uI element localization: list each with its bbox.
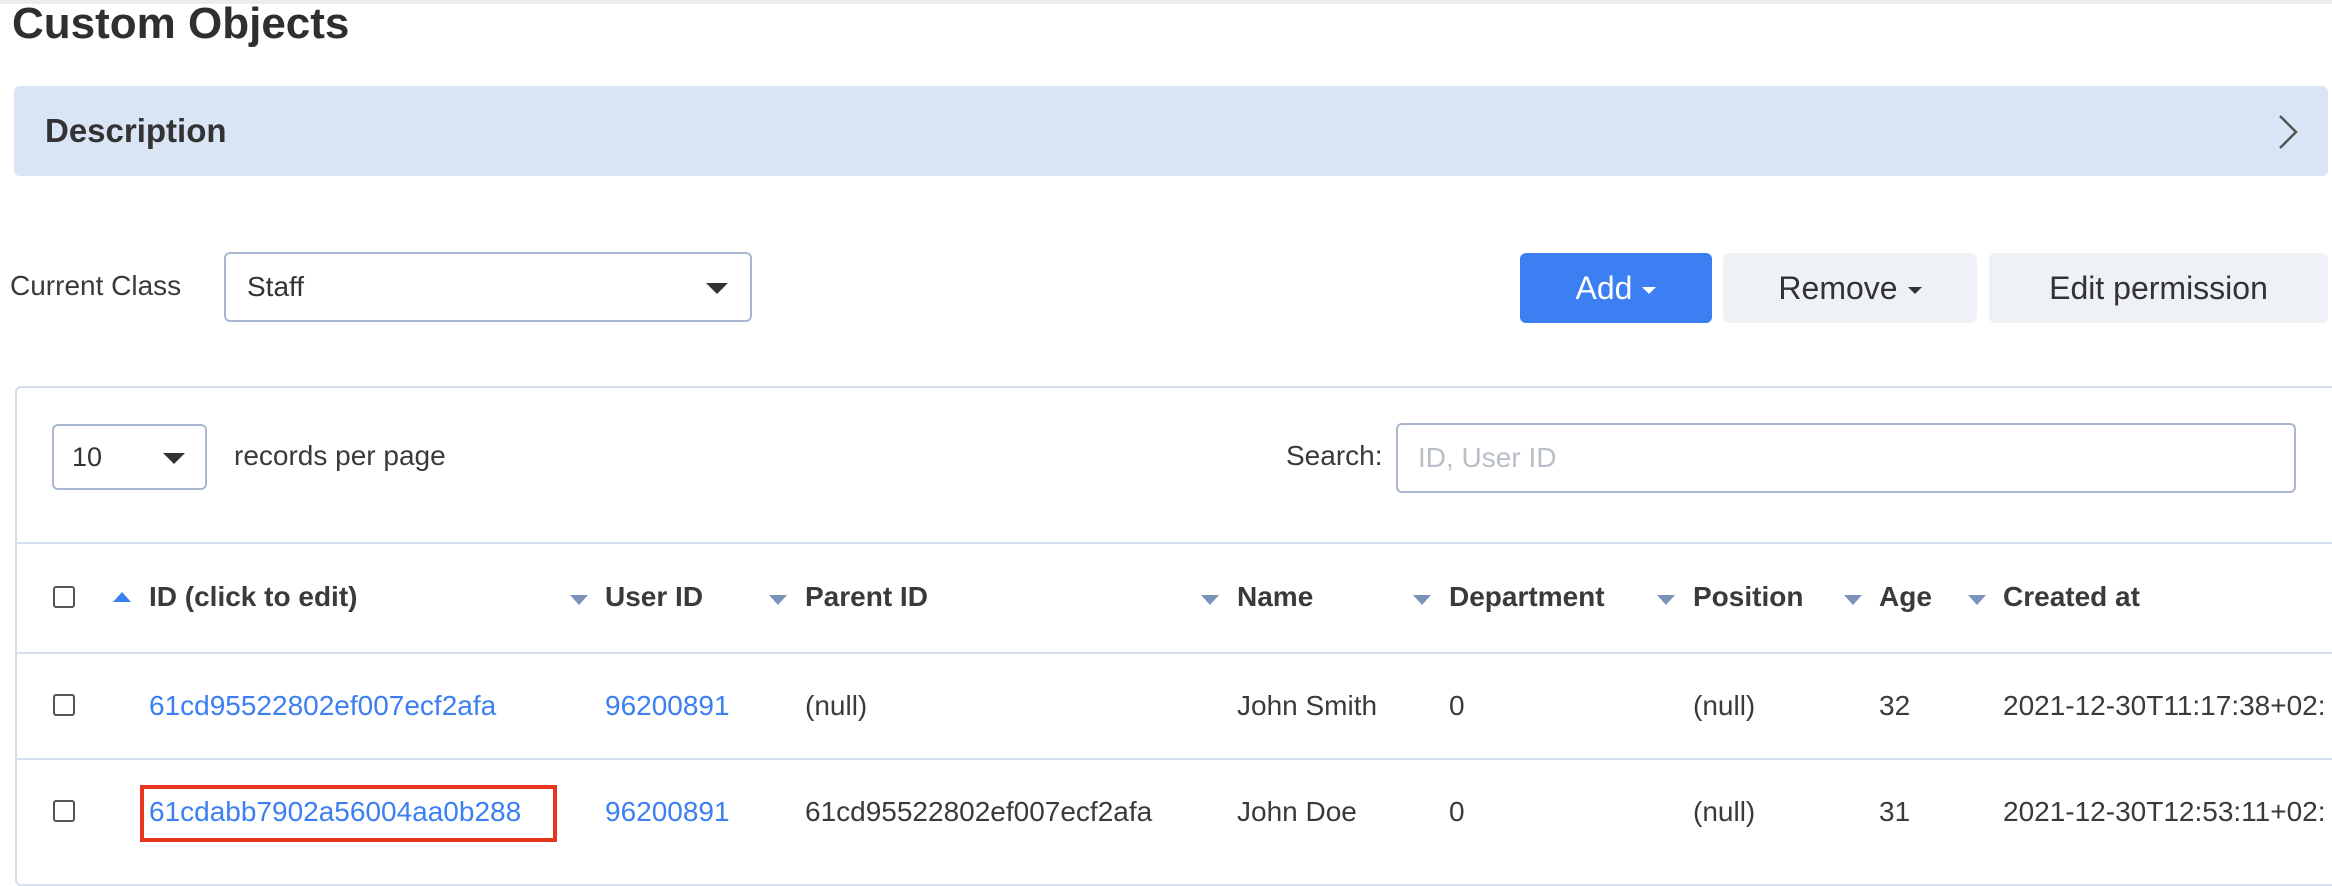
- age-cell: 31: [1879, 796, 1911, 827]
- current-class-select[interactable]: Staff: [224, 252, 752, 322]
- page-title: Custom Objects: [12, 0, 350, 48]
- remove-button[interactable]: Remove: [1723, 253, 1977, 323]
- column-header-user-id[interactable]: User ID: [605, 581, 703, 613]
- column-header-created-at[interactable]: Created at: [2003, 581, 2140, 613]
- record-id-link[interactable]: 61cdabb7902a56004aa0b288: [149, 796, 521, 828]
- record-id-link[interactable]: 61cd95522802ef007ecf2afa: [149, 690, 496, 722]
- name-cell: John Smith: [1237, 690, 1378, 721]
- caret-down-icon: [163, 453, 185, 464]
- created-at-cell: 2021-12-30T12:53:11+02:: [2003, 796, 2326, 827]
- current-class-label: Current Class: [10, 270, 182, 301]
- table-divider: [15, 542, 2332, 544]
- search-label: Search:: [1286, 440, 1383, 471]
- description-title: Description: [45, 112, 227, 149]
- column-header-age[interactable]: Age: [1879, 581, 1932, 613]
- sort-desc-icon[interactable]: [1413, 595, 1431, 605]
- records-per-page-select[interactable]: 10: [52, 424, 207, 490]
- description-panel[interactable]: Description: [14, 86, 2328, 176]
- chevron-right-icon: [2279, 115, 2298, 149]
- sort-desc-icon[interactable]: [769, 595, 787, 605]
- caret-down-icon: [706, 283, 728, 294]
- name-cell: John Doe: [1237, 796, 1357, 827]
- select-all-checkbox[interactable]: [53, 586, 75, 608]
- created-at-cell: 2021-12-30T11:17:38+02:: [2003, 690, 2326, 721]
- sort-desc-icon[interactable]: [1844, 595, 1862, 605]
- age-cell: 32: [1879, 690, 1911, 721]
- department-cell: 0: [1449, 690, 1465, 721]
- position-cell: (null): [1693, 690, 1756, 721]
- sort-desc-icon[interactable]: [570, 595, 588, 605]
- edit-permission-button[interactable]: Edit permission: [1989, 253, 2328, 323]
- column-header-department[interactable]: Department: [1449, 581, 1605, 613]
- user-id-link[interactable]: 96200891: [605, 690, 730, 722]
- remove-button-label: Remove: [1778, 269, 1898, 306]
- column-header-position[interactable]: Position: [1693, 581, 1803, 613]
- column-header-id[interactable]: ID (click to edit): [149, 581, 357, 613]
- records-per-page-label: records per page: [234, 440, 446, 471]
- column-header-name[interactable]: Name: [1237, 581, 1313, 613]
- sort-desc-icon[interactable]: [1657, 595, 1675, 605]
- row-checkbox[interactable]: [53, 694, 75, 716]
- top-border: [0, 0, 2332, 4]
- column-header-parent-id[interactable]: Parent ID: [805, 581, 928, 613]
- row-checkbox[interactable]: [53, 800, 75, 822]
- search-input[interactable]: [1396, 423, 2296, 493]
- user-id-link[interactable]: 96200891: [605, 796, 730, 828]
- add-button[interactable]: Add: [1520, 253, 1712, 323]
- add-button-label: Add: [1575, 269, 1633, 306]
- table-divider: [15, 758, 2332, 760]
- caret-down-icon: [1642, 286, 1657, 294]
- sort-desc-icon[interactable]: [1968, 595, 1986, 605]
- parent-id-cell: (null): [805, 690, 868, 721]
- caret-down-icon: [1907, 286, 1922, 294]
- position-cell: (null): [1693, 796, 1756, 827]
- table-divider: [15, 652, 2332, 654]
- records-per-page-value: 10: [72, 441, 103, 472]
- sort-asc-icon[interactable]: [113, 592, 131, 602]
- sort-desc-icon[interactable]: [1201, 595, 1219, 605]
- department-cell: 0: [1449, 796, 1465, 827]
- parent-id-cell: 61cd95522802ef007ecf2afa: [805, 796, 1153, 827]
- current-class-value: Staff: [247, 271, 305, 302]
